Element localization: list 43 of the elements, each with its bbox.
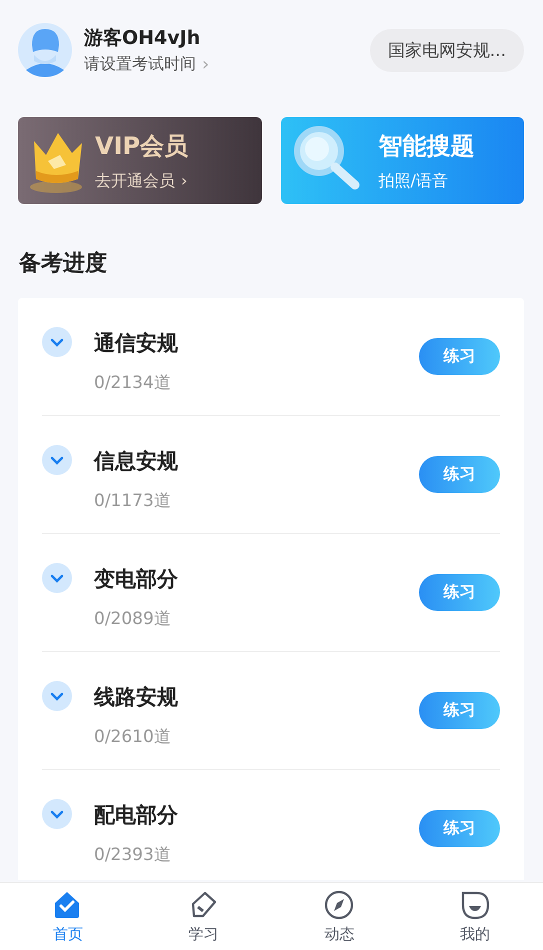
card-title: VIP会员 — [95, 130, 188, 162]
chevron-icon — [50, 454, 64, 466]
subject-name: 线路安规 — [94, 684, 179, 711]
vip-card[interactable]: VIP会员 去开通会员 › — [18, 117, 262, 204]
section-title: 备考进度 — [19, 250, 107, 278]
practice-button[interactable]: 练习 — [419, 810, 500, 847]
card-subtitle: 拍照/语音 — [378, 170, 448, 192]
exam-selector[interactable]: 国家电网安规... — [370, 28, 524, 72]
expand-toggle[interactable] — [42, 681, 72, 711]
expand-toggle[interactable] — [42, 563, 72, 593]
question-count: 0/2089道 — [94, 608, 171, 630]
question-count: 0/2134道 — [94, 372, 171, 394]
chevron-icon — [50, 336, 64, 348]
expand-toggle[interactable] — [42, 445, 72, 475]
subject-name: 信息安规 — [94, 448, 179, 475]
search-card[interactable]: 智能搜题 拍照/语音 — [280, 117, 524, 204]
tab[interactable]: 动态 — [324, 925, 354, 944]
chevron-icon — [50, 808, 64, 820]
user-name: 游客OH4vJh — [84, 26, 202, 51]
question-count: 0/1173道 — [94, 490, 171, 512]
practice-button[interactable]: 练习 — [419, 692, 500, 729]
question-count: 0/2610道 — [94, 726, 171, 748]
subject-name: 通信安规 — [94, 330, 179, 357]
face-icon — [460, 890, 490, 920]
card-subtitle: 去开通会员 — [95, 170, 175, 192]
practice-button[interactable]: 练习 — [419, 456, 500, 493]
compass-icon — [324, 890, 354, 920]
subject-name: 变电部分 — [94, 566, 179, 593]
exam-time-link[interactable]: 请设置考试时间 › — [84, 54, 210, 75]
tab[interactable]: 学习 — [188, 925, 219, 944]
chevron-icon — [50, 572, 64, 584]
expand-toggle[interactable] — [42, 799, 72, 829]
practice-button[interactable]: 练习 — [419, 338, 500, 375]
expand-toggle[interactable] — [42, 327, 72, 357]
practice-button[interactable]: 练习 — [419, 574, 500, 611]
tab[interactable]: 我的 — [460, 925, 490, 944]
chevron-icon — [50, 690, 64, 702]
tab[interactable]: 首页 — [52, 925, 83, 944]
card-title: 智能搜题 — [378, 130, 474, 162]
question-count: 0/2393道 — [94, 844, 171, 866]
chevron-icon: › — [181, 170, 188, 192]
avatar-icon — [18, 23, 72, 77]
subject-name: 配电部分 — [94, 802, 179, 829]
